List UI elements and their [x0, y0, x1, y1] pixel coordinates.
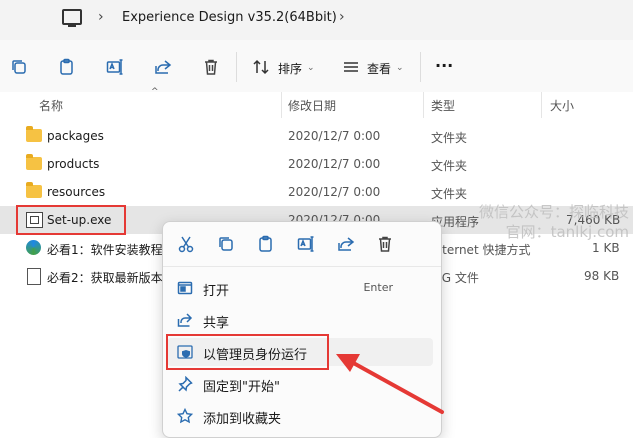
copy-icon[interactable]	[10, 58, 28, 76]
folder-icon	[26, 154, 42, 170]
column-divider[interactable]	[423, 92, 424, 118]
column-divider[interactable]	[281, 92, 282, 118]
rename-icon[interactable]	[106, 58, 124, 76]
pin-icon	[177, 375, 193, 392]
chevron-right-icon[interactable]: ›	[98, 9, 104, 25]
file-name: packages	[47, 129, 104, 143]
paste-icon[interactable]	[257, 235, 275, 253]
file-name: products	[47, 157, 100, 171]
menu-item-open[interactable]: 打开 Enter	[167, 274, 433, 302]
chevron-down-icon[interactable]: ⌄	[307, 63, 315, 73]
rename-icon[interactable]	[297, 235, 315, 253]
paste-icon[interactable]	[58, 58, 76, 76]
file-icon	[27, 268, 41, 285]
context-menu-quick-actions	[163, 222, 441, 267]
watermark-text: 微信公众号：探临科技	[478, 203, 629, 221]
column-header-size[interactable]: 大小	[550, 97, 574, 114]
file-type: 文件夹	[431, 131, 468, 145]
file-date: 2020/12/7 0:00	[288, 129, 381, 143]
cut-icon[interactable]	[177, 235, 195, 253]
folder-icon	[26, 126, 42, 142]
file-size: 98 KB	[584, 269, 620, 283]
folder-icon	[26, 182, 42, 198]
sort-icon[interactable]	[252, 58, 270, 76]
file-type: Internet 快捷方式	[431, 243, 531, 257]
share-icon[interactable]	[154, 58, 172, 76]
file-type: 文件夹	[431, 187, 468, 201]
edge-icon	[26, 240, 41, 255]
view-button[interactable]: 查看	[367, 60, 391, 77]
share-icon[interactable]	[337, 235, 355, 253]
column-header-name[interactable]: 名称	[39, 97, 63, 114]
command-bar: 排序 ⌄ 查看 ⌄ ···	[0, 40, 633, 93]
file-row[interactable]: products 2020/12/7 0:00 文件夹	[0, 150, 633, 178]
file-name: 必看1：软件安装教程	[47, 243, 163, 257]
file-row[interactable]: packages 2020/12/7 0:00 文件夹	[0, 122, 633, 150]
menu-item-label: 固定到"开始"	[203, 380, 280, 395]
annotation-arrow	[336, 354, 444, 414]
address-bar: › Experience Design v35.2(64Bbit) ›	[0, 0, 633, 41]
toolbar-divider	[420, 52, 421, 82]
chevron-down-icon[interactable]: ⌄	[396, 63, 404, 73]
column-header-row: 名称 ^ 修改日期 类型 大小	[0, 87, 633, 118]
file-size: 1 KB	[592, 241, 620, 255]
annotation-box	[166, 334, 329, 370]
file-name: 必看2：获取最新版本	[47, 271, 163, 285]
copy-icon[interactable]	[217, 235, 235, 253]
column-header-type[interactable]: 类型	[431, 97, 455, 114]
file-date: 2020/12/7 0:00	[288, 185, 381, 199]
file-type: 文件夹	[431, 159, 468, 173]
open-icon	[177, 280, 193, 296]
more-options-button[interactable]: ···	[435, 56, 453, 75]
menu-item-label: 添加到收藏夹	[203, 412, 282, 427]
file-name: resources	[47, 185, 106, 199]
watermark-text: 官网：tanlkj.com	[505, 223, 629, 241]
computer-icon[interactable]	[62, 9, 82, 27]
sort-button[interactable]: 排序	[278, 60, 302, 77]
file-date: 2020/12/7 0:00	[288, 157, 381, 171]
column-divider[interactable]	[541, 92, 542, 118]
annotation-box	[16, 205, 126, 235]
breadcrumb[interactable]: Experience Design v35.2(64Bbit)	[122, 10, 337, 25]
toolbar-divider	[236, 52, 237, 82]
view-icon[interactable]	[342, 58, 360, 76]
chevron-right-icon[interactable]: ›	[339, 9, 345, 25]
menu-item-share[interactable]: 共享	[167, 306, 433, 334]
menu-item-shortcut: Enter	[363, 281, 393, 294]
star-icon	[176, 407, 194, 424]
sort-ascending-icon: ^	[151, 87, 159, 97]
delete-icon[interactable]	[202, 58, 220, 76]
menu-item-label: 打开	[203, 284, 230, 299]
share-icon	[177, 312, 193, 328]
menu-item-label: 共享	[203, 316, 230, 331]
delete-icon[interactable]	[376, 235, 394, 253]
column-header-date[interactable]: 修改日期	[288, 97, 336, 114]
